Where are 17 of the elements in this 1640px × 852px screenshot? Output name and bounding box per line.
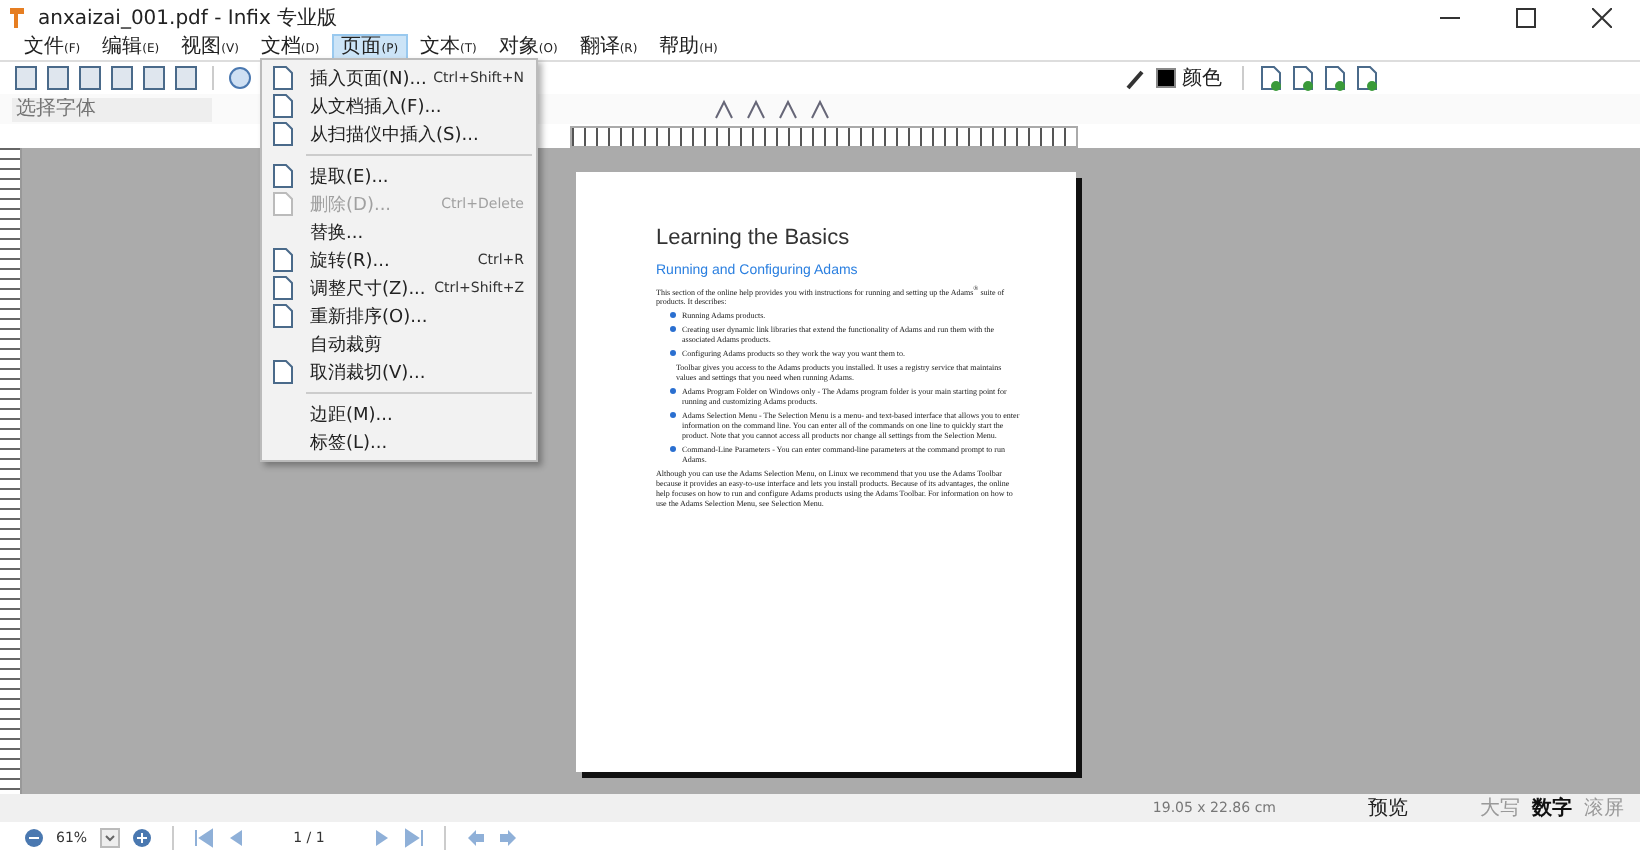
menu-entry[interactable]: 提取(E)... [262, 162, 536, 190]
menu-entry[interactable]: 替换... [262, 218, 536, 246]
key-indicator: 大写 [1480, 795, 1520, 822]
key-indicator: 滚屏 [1584, 795, 1624, 822]
document-title: Learning the Basics [656, 224, 852, 252]
menu-entry[interactable]: 从扫描仪中插入(S)... [262, 120, 536, 148]
key-indicator: 数字 [1532, 794, 1572, 822]
menu-entry[interactable]: 重新排序(O)... [262, 302, 536, 330]
font-field[interactable]: 选择字体 [12, 97, 212, 121]
menu-entry[interactable]: 标签(L)... [262, 428, 536, 456]
window-title: anxaizai_001.pdf - Infix 专业版 [38, 5, 338, 32]
menu-entry[interactable]: 自动裁剪 [262, 330, 536, 358]
color-button[interactable]: 颜色 [1182, 64, 1222, 92]
menu-entry[interactable]: 从文档插入(F)... [262, 92, 536, 120]
menu-entry[interactable]: 取消裁切(V)... [262, 358, 536, 386]
menu-entry[interactable]: 边距(M)... [262, 400, 536, 428]
view-mode-text: 预览 [1368, 796, 1408, 822]
